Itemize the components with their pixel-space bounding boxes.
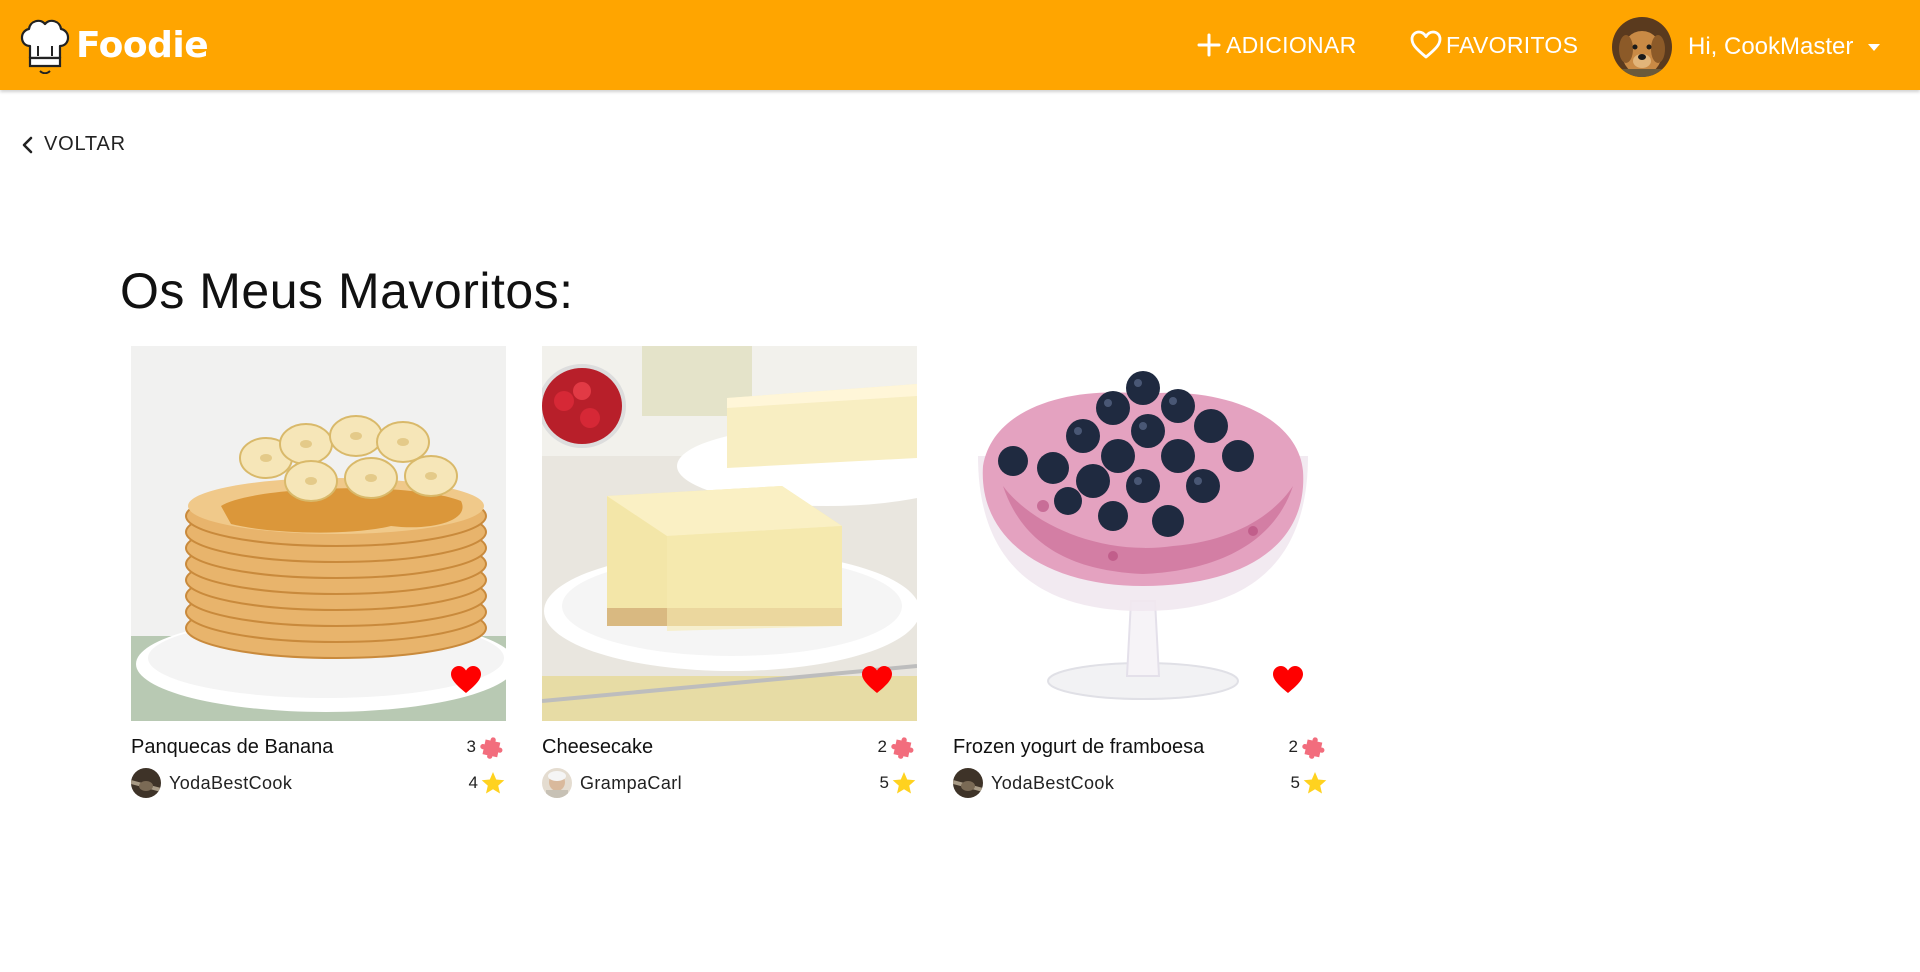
caret-down-icon [1868,44,1881,51]
puzzle-piece-icon [1302,737,1325,759]
rating-value: 5 [879,773,889,792]
author-avatar [542,768,572,798]
user-greeting: Hi, CookMaster [1688,33,1854,60]
rating-stat: 4 [469,770,506,796]
favorite-heart-icon[interactable] [450,665,482,695]
favorite-heart-icon[interactable] [861,665,893,695]
author-name: GrampaCarl [580,772,683,793]
user-avatar [1612,17,1672,77]
app-name: Foodie [76,24,209,66]
favorite-heart-icon[interactable] [1272,665,1304,695]
rating-stat: 5 [1291,770,1328,796]
recipe-image[interactable] [953,346,1328,721]
author-name: YodaBestCook [991,772,1115,793]
favorites-label: FAVORITOS [1446,31,1579,58]
recipe-author[interactable]: YodaBestCook [131,768,292,798]
user-menu[interactable]: Hi, CookMaster [1612,17,1881,77]
difficulty-value: 3 [466,737,476,756]
favorites-button[interactable]: FAVORITOS [1410,24,1578,66]
rating-value: 5 [1290,773,1300,792]
recipe-title[interactable]: Cheesecake [542,736,653,759]
star-icon [1303,772,1327,794]
difficulty-value: 2 [1288,737,1298,756]
recipe-image[interactable] [542,346,917,721]
star-icon [892,772,916,794]
back-button[interactable]: VOLTAR [20,133,126,156]
difficulty-stat: 3 [467,733,506,761]
recipe-author[interactable]: YodaBestCook [953,768,1114,798]
rating-value: 4 [468,773,478,792]
chef-hat-icon [20,19,70,74]
app-bar: Foodie ADICIONAR FAVORITOS Hi, CookMaste… [0,0,1920,90]
rating-stat: 5 [880,770,917,796]
recipe-card[interactable]: Frozen yogurt de framboesa 2 YodaBestCoo… [953,346,1328,801]
author-avatar [131,768,161,798]
page-title: Os Meus Mavoritos: [120,263,574,319]
author-name: YodaBestCook [169,772,293,793]
puzzle-piece-icon [891,737,914,759]
recipe-card[interactable]: Panquecas de Banana 3 YodaBestCook 4 [131,346,506,801]
author-avatar [953,768,983,798]
recipe-title[interactable]: Panquecas de Banana [131,736,333,759]
recipe-card[interactable]: Cheesecake 2 GrampaCarl 5 [542,346,917,801]
back-label: VOLTAR [44,133,126,155]
plus-icon [1197,33,1221,57]
difficulty-stat: 2 [878,733,917,761]
difficulty-value: 2 [877,737,887,756]
add-recipe-label: ADICIONAR [1226,31,1357,58]
recipe-title[interactable]: Frozen yogurt de framboesa [953,736,1204,759]
chevron-left-icon [22,136,33,153]
recipe-image[interactable] [131,346,506,721]
star-icon [481,772,505,794]
recipe-author[interactable]: GrampaCarl [542,768,682,798]
add-recipe-button[interactable]: ADICIONAR [1196,24,1357,66]
difficulty-stat: 2 [1289,733,1328,761]
puzzle-piece-icon [480,737,503,759]
app-logo[interactable]: Foodie [16,16,209,74]
heart-outline-icon [1410,30,1442,59]
